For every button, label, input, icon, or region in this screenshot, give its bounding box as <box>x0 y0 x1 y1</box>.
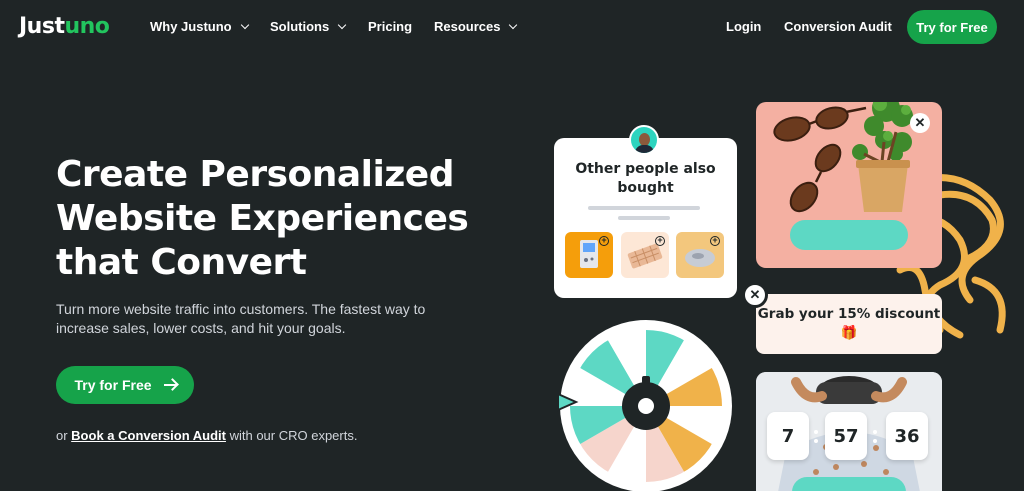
recommendation-title: Other people also bought <box>575 161 716 196</box>
nav-item-label: Solutions <box>270 19 330 34</box>
sunglasses-popup-card: ✕ <box>756 102 942 268</box>
add-icon: + <box>655 236 665 246</box>
avatar <box>629 125 659 155</box>
placeholder-text-line <box>588 206 700 210</box>
chevron-down-icon <box>337 20 347 29</box>
nav-item-resources[interactable]: Resources <box>434 19 518 34</box>
countdown-cta-button[interactable] <box>792 477 906 491</box>
countdown-hours: 7 <box>767 412 809 460</box>
nav-item-why-justuno[interactable]: Why Justuno <box>150 19 249 34</box>
nav-item-label: Pricing <box>368 19 413 34</box>
countdown-separator <box>814 430 818 444</box>
popup-cta-button[interactable] <box>790 220 908 250</box>
nav-item-solutions[interactable]: Solutions <box>270 19 347 34</box>
product-keyboard[interactable]: + <box>621 232 669 278</box>
login-link[interactable]: Login <box>726 19 761 34</box>
hero-audit-line: or Book a Conversion Audit with our CRO … <box>56 428 357 443</box>
add-icon: + <box>599 236 609 246</box>
countdown-popup-card: 7 57 36 <box>756 372 942 491</box>
product-mouse[interactable]: + <box>676 232 724 278</box>
recommendation-popup-card: Other people also bought + + + <box>554 125 737 298</box>
nav-try-for-free-button[interactable]: Try for Free <box>907 10 997 44</box>
audit-prefix: or <box>56 428 72 443</box>
nav-item-pricing[interactable]: Pricing <box>368 19 412 34</box>
audit-suffix: with our CRO experts. <box>225 428 358 443</box>
arrow-right-icon <box>163 379 176 391</box>
hero-try-for-free-button[interactable]: Try for Free <box>56 366 194 404</box>
close-icon[interactable]: ✕ <box>910 113 930 133</box>
hero-cta-label: Try for Free <box>74 377 152 393</box>
nav-item-label: Resources <box>434 19 501 34</box>
justuno-logo[interactable]: Justuno <box>19 14 110 39</box>
chevron-down-icon <box>509 20 518 29</box>
spin-to-win-wheel[interactable] <box>556 316 736 491</box>
countdown-separator <box>873 430 877 444</box>
book-conversion-audit-link[interactable]: Book a Conversion Audit <box>71 428 226 443</box>
countdown-seconds: 36 <box>886 412 928 460</box>
placeholder-text-line <box>618 216 670 220</box>
login-label: Login <box>726 19 762 34</box>
avatar-body <box>635 145 654 153</box>
add-icon: + <box>710 236 720 246</box>
nav-item-label: Why Justuno <box>150 19 232 34</box>
conversion-audit-label: Conversion Audit <box>784 19 892 34</box>
close-icon[interactable]: ✕ <box>742 282 768 308</box>
hero-title: Create Personalized Website Experiences … <box>56 154 469 283</box>
discount-text: Grab your 15% discount 🎁 <box>757 306 941 341</box>
discount-popup-card: Grab your 15% discount 🎁 <box>756 294 942 354</box>
product-gameboy[interactable]: + <box>565 232 613 278</box>
conversion-audit-link[interactable]: Conversion Audit <box>784 19 892 34</box>
chevron-down-icon <box>240 20 249 29</box>
top-navigation: Justuno Why Justuno Solutions Pricing Re… <box>0 0 1024 56</box>
countdown-minutes: 57 <box>825 412 867 460</box>
hero-subtitle: Turn more website traffic into customers… <box>56 301 426 336</box>
